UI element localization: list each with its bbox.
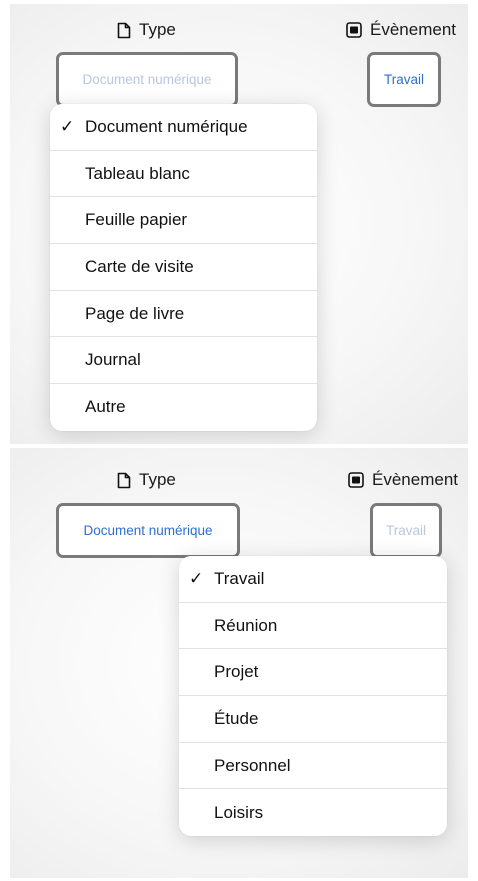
menu-item-label: Travail [214, 568, 265, 588]
menu-item-personnel[interactable]: Personnel [179, 743, 447, 790]
menu-item-journal[interactable]: Journal [50, 337, 317, 385]
type-label: Type [139, 20, 176, 39]
menu-item-document-numerique[interactable]: ✓ Document numérique [50, 104, 317, 151]
menu-item-projet[interactable]: Projet [179, 649, 447, 697]
calendar-stack-icon [348, 472, 364, 488]
menu-item-label: Tableau blanc [85, 163, 190, 183]
type-select[interactable]: Document numérique [56, 503, 240, 558]
type-header: Type [117, 20, 176, 40]
event-header: Évènement [348, 470, 458, 490]
event-header: Évènement [346, 20, 456, 40]
menu-item-label: Carte de visite [85, 256, 194, 276]
event-select[interactable]: Travail [370, 503, 442, 558]
menu-item-tableau-blanc[interactable]: Tableau blanc [50, 151, 317, 198]
menu-item-autre[interactable]: Autre [50, 384, 317, 431]
menu-item-label: Journal [85, 350, 141, 370]
checkmark-icon: ✓ [60, 116, 75, 136]
menu-item-page-de-livre[interactable]: Page de livre [50, 291, 317, 338]
menu-item-label: Feuille papier [85, 210, 188, 230]
checkmark-icon: ✓ [189, 568, 204, 588]
document-icon [117, 472, 131, 489]
type-header: Type [117, 470, 176, 490]
menu-item-loisirs[interactable]: Loisirs [179, 789, 447, 836]
event-menu: ✓ Travail Réunion Projet Étude Personnel… [179, 556, 447, 837]
event-select[interactable]: Travail [367, 52, 441, 107]
menu-item-label: Autre [85, 397, 126, 417]
menu-item-label: Loisirs [214, 802, 264, 822]
calendar-stack-icon [346, 22, 362, 38]
menu-item-travail[interactable]: ✓ Travail [179, 556, 447, 603]
type-picker-screen: Type Évènement Document numérique Travai… [10, 4, 468, 444]
menu-item-label: Page de livre [85, 303, 185, 323]
event-label: Évènement [372, 470, 458, 489]
type-select[interactable]: Document numérique [56, 52, 238, 107]
document-icon [117, 22, 131, 39]
menu-item-label: Étude [214, 708, 259, 728]
menu-item-label: Réunion [214, 615, 278, 635]
menu-item-label: Personnel [214, 755, 291, 775]
menu-item-label: Projet [214, 662, 259, 682]
event-label: Évènement [370, 20, 456, 39]
type-menu: ✓ Document numérique Tableau blanc Feuil… [50, 104, 317, 431]
menu-item-feuille-papier[interactable]: Feuille papier [50, 197, 317, 245]
type-label: Type [139, 470, 176, 489]
menu-item-label: Document numérique [85, 116, 248, 136]
menu-item-etude[interactable]: Étude [179, 696, 447, 743]
event-picker-screen: Type Évènement Document numérique Travai… [10, 448, 468, 878]
menu-item-reunion[interactable]: Réunion [179, 603, 447, 650]
menu-item-carte-de-visite[interactable]: Carte de visite [50, 244, 317, 291]
